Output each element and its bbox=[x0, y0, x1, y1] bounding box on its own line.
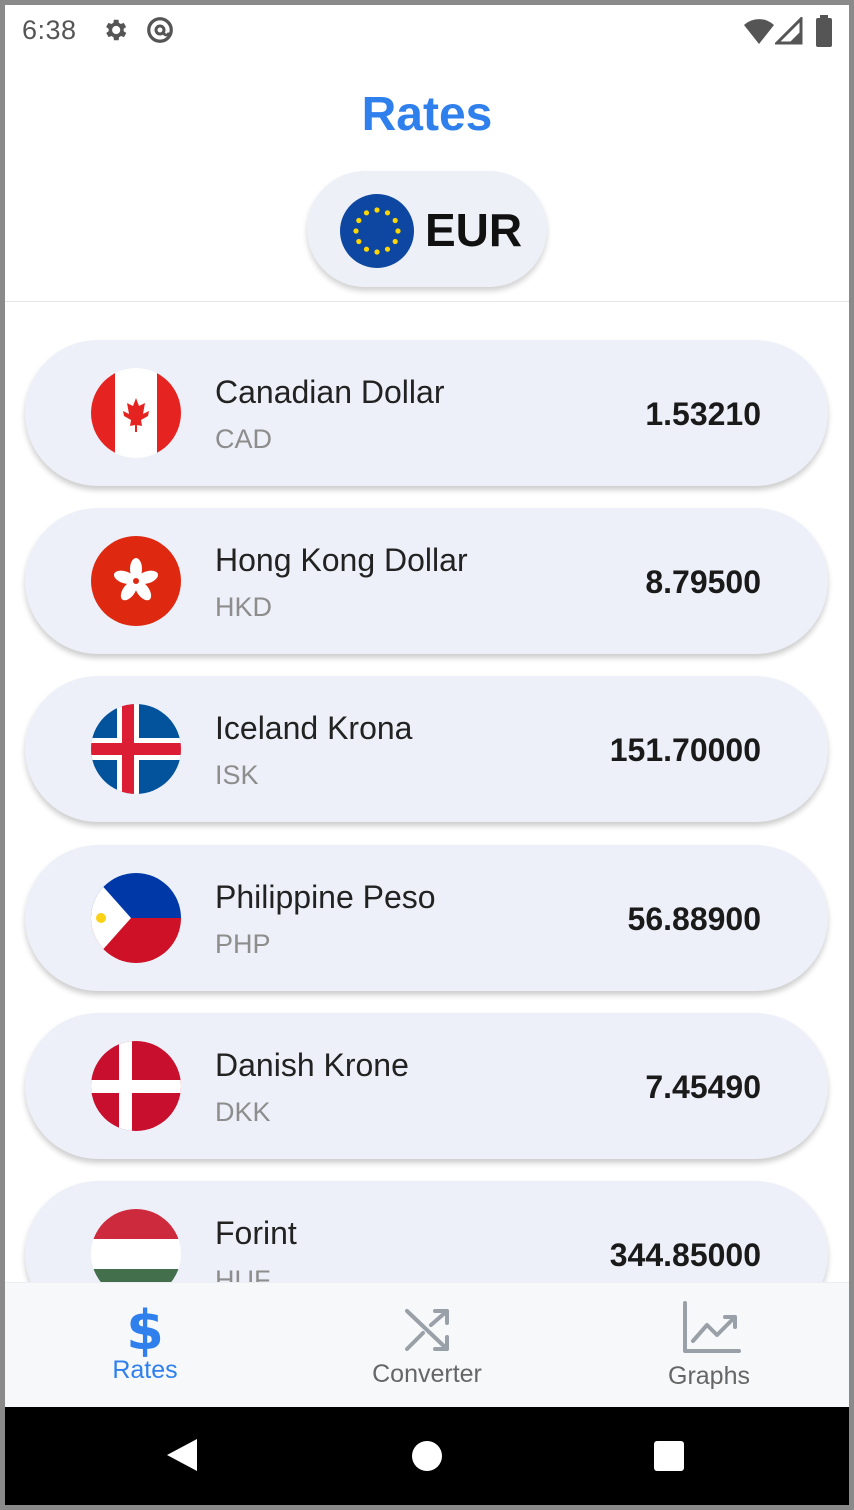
back-icon[interactable] bbox=[165, 1437, 199, 1478]
eu-star bbox=[356, 238, 362, 245]
rate-card-isk[interactable]: Iceland Krona ISK 151.70000 bbox=[25, 676, 828, 822]
chart-icon bbox=[679, 1297, 741, 1357]
status-bar: 6:38 bbox=[5, 5, 849, 57]
recents-icon[interactable] bbox=[653, 1440, 685, 1477]
rates-list[interactable]: Canadian Dollar CAD 1.53210 Hong Kong Do… bbox=[5, 302, 849, 1282]
currency-name: Hong Kong Dollar bbox=[215, 542, 468, 578]
philippines-flag-icon bbox=[91, 873, 181, 963]
eu-star bbox=[374, 207, 380, 213]
currency-code: PHP bbox=[215, 929, 271, 959]
eu-star bbox=[392, 238, 398, 245]
denmark-flag-icon bbox=[91, 1041, 181, 1131]
nav-label-rates: Rates bbox=[112, 1356, 178, 1384]
base-currency-code: EUR bbox=[425, 204, 523, 256]
rate-card-cad[interactable]: Canadian Dollar CAD 1.53210 bbox=[25, 340, 828, 486]
rate-value: 1.53210 bbox=[645, 396, 761, 432]
rate-value: 8.79500 bbox=[645, 564, 761, 600]
nav-label-graphs: Graphs bbox=[668, 1362, 750, 1390]
currency-name: Philippine Peso bbox=[215, 879, 436, 915]
eu-star bbox=[395, 228, 401, 234]
nav-tab-graphs[interactable]: Graphs bbox=[609, 1283, 809, 1408]
eu-star bbox=[363, 210, 370, 216]
currency-name: Iceland Krona bbox=[215, 710, 413, 746]
eu-star bbox=[356, 217, 362, 224]
status-time: 6:38 bbox=[22, 15, 77, 45]
eu-star bbox=[384, 246, 391, 252]
eu-star bbox=[384, 210, 391, 216]
signal-icon bbox=[773, 15, 803, 52]
canada-flag-icon bbox=[91, 368, 181, 458]
rate-value: 56.88900 bbox=[627, 901, 761, 937]
currency-code: DKK bbox=[215, 1097, 271, 1127]
nav-label-converter: Converter bbox=[372, 1360, 482, 1388]
rate-card-huf[interactable]: Forint HUF 344.85000 bbox=[25, 1181, 828, 1282]
rate-card-php[interactable]: Philippine Peso PHP 56.88900 bbox=[25, 845, 828, 991]
shuffle-icon bbox=[397, 1301, 457, 1361]
iceland-flag-icon bbox=[91, 704, 181, 794]
base-currency-selector[interactable]: EUR bbox=[307, 171, 547, 287]
nav-tab-converter[interactable]: Converter bbox=[327, 1283, 527, 1408]
gear-icon bbox=[101, 15, 129, 52]
rate-card-dkk[interactable]: Danish Krone DKK 7.45490 bbox=[25, 1013, 828, 1159]
rate-card-hkd[interactable]: Hong Kong Dollar HKD 8.79500 bbox=[25, 508, 828, 654]
eu-flag-icon bbox=[340, 194, 414, 268]
nav-tab-rates[interactable]: $ Rates bbox=[45, 1283, 245, 1408]
eu-star bbox=[392, 217, 398, 224]
eu-star bbox=[353, 228, 359, 234]
currency-code: CAD bbox=[215, 424, 273, 454]
currency-code: HKD bbox=[215, 592, 273, 622]
at-sign-icon bbox=[145, 15, 175, 52]
rate-value: 344.85000 bbox=[609, 1237, 761, 1273]
hungary-flag-icon bbox=[91, 1209, 181, 1282]
currency-name: Danish Krone bbox=[215, 1047, 409, 1083]
phone-screen: 6:38 Rates EUR Canadian Dollar CAD 1.532… bbox=[5, 5, 849, 1505]
eu-star bbox=[374, 249, 380, 255]
rate-value: 151.70000 bbox=[609, 732, 761, 768]
currency-name: Canadian Dollar bbox=[215, 374, 445, 410]
currency-code: ISK bbox=[215, 760, 259, 790]
bottom-navigation: $ Rates Converter Graphs bbox=[5, 1282, 849, 1407]
currency-name: Forint bbox=[215, 1215, 297, 1251]
svg-text:$: $ bbox=[126, 1299, 164, 1357]
dollar-icon: $ bbox=[115, 1297, 175, 1362]
rate-value: 7.45490 bbox=[645, 1069, 761, 1105]
battery-icon bbox=[815, 15, 833, 54]
wifi-icon bbox=[743, 17, 775, 52]
page-title: Rates bbox=[361, 88, 493, 141]
system-navigation-bar bbox=[5, 1407, 849, 1505]
currency-code: HUF bbox=[215, 1265, 271, 1282]
eu-star bbox=[363, 246, 370, 252]
home-icon[interactable] bbox=[411, 1440, 443, 1477]
hong-kong-flag-icon bbox=[91, 536, 181, 626]
